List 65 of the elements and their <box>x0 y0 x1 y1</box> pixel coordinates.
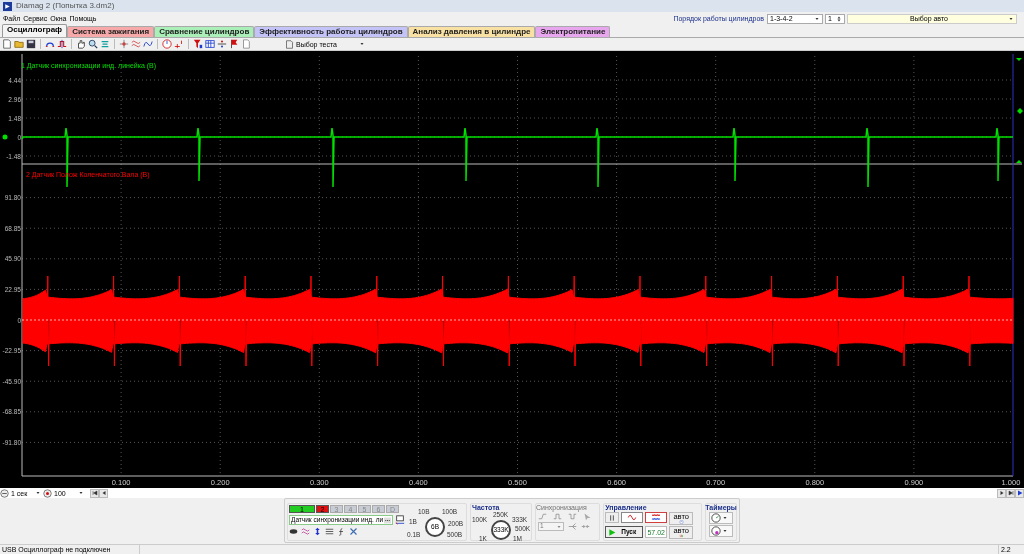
caret-icon <box>359 41 365 47</box>
play-icon <box>608 527 617 537</box>
step-forward-button[interactable] <box>997 488 1006 498</box>
caret-icon <box>722 515 728 521</box>
skip-end-button[interactable] <box>1006 488 1015 498</box>
sine-mode-button[interactable] <box>621 512 644 523</box>
channel-marker-icon <box>2 134 8 140</box>
tab[interactable]: Осциллограф <box>2 24 68 37</box>
wave-lines-icon[interactable] <box>131 39 141 49</box>
flag-icon[interactable] <box>229 39 239 49</box>
new-file-icon[interactable] <box>2 39 12 49</box>
eye-icon[interactable] <box>289 527 298 536</box>
skip-end-icon <box>1007 490 1014 496</box>
plus-minus-icon[interactable] <box>174 39 184 49</box>
crosshair-icon[interactable] <box>119 39 129 49</box>
zoom-out-icon[interactable] <box>0 488 9 498</box>
tab[interactable]: Анализ давления в цилиндре <box>407 26 536 37</box>
tab[interactable]: Электропитание <box>535 26 611 37</box>
step-back-icon <box>100 490 107 496</box>
gauge-icon[interactable] <box>162 39 172 49</box>
caret-icon <box>35 490 41 496</box>
multi-wave-button[interactable] <box>645 512 668 523</box>
channel-marker-icon <box>1017 108 1023 114</box>
function-icon[interactable] <box>337 527 346 536</box>
spin-arrows-icon <box>836 14 842 23</box>
stopwatch-icon <box>711 513 721 523</box>
range-marker-icon <box>1016 160 1022 163</box>
computer-arrows-icon[interactable] <box>395 515 405 525</box>
clock-icon <box>711 526 721 536</box>
caret-icon <box>1008 15 1014 22</box>
funnel-icon[interactable] <box>193 39 203 49</box>
divide-icon[interactable] <box>217 39 227 49</box>
caret-icon <box>722 528 728 534</box>
tab[interactable]: Эффективность работы цилиндров <box>254 26 408 37</box>
wave-loop-icon[interactable] <box>143 39 153 49</box>
play-button[interactable] <box>1015 488 1024 498</box>
hand-icon[interactable] <box>76 39 86 49</box>
skip-start-button[interactable] <box>90 488 99 498</box>
tools-icon[interactable] <box>349 527 358 536</box>
caret-icon <box>78 490 84 496</box>
vertical-arrows-icon[interactable] <box>313 527 322 536</box>
range-marker-icon <box>1016 58 1022 61</box>
play-icon <box>1016 490 1023 496</box>
clock-icon <box>678 520 684 524</box>
step-forward-icon <box>998 490 1005 496</box>
skip-start-icon <box>91 490 98 496</box>
pause-icon <box>608 513 617 522</box>
ellipsis-icon <box>384 516 391 524</box>
clock-timer-button[interactable] <box>709 525 733 537</box>
caret-icon <box>814 15 820 22</box>
timer-button[interactable] <box>709 512 733 524</box>
step-back-button[interactable] <box>99 488 108 498</box>
table-icon[interactable] <box>205 39 215 49</box>
tab[interactable]: Сравнение цилиндров <box>154 26 255 37</box>
magnifier-icon[interactable] <box>88 39 98 49</box>
zoom-in-icon[interactable] <box>43 488 52 498</box>
app-icon <box>3 1 12 11</box>
tab[interactable]: Система зажигания <box>67 26 155 37</box>
document-icon <box>285 39 294 49</box>
lines-icon[interactable] <box>325 527 334 536</box>
pulse-cursor-icon[interactable] <box>57 39 67 49</box>
pause-button[interactable] <box>605 512 620 523</box>
caret-icon <box>556 523 562 530</box>
window-title: Diamag 2 (Попытка 3.dm2) <box>16 2 115 10</box>
wave-grid-icon[interactable] <box>301 527 310 536</box>
